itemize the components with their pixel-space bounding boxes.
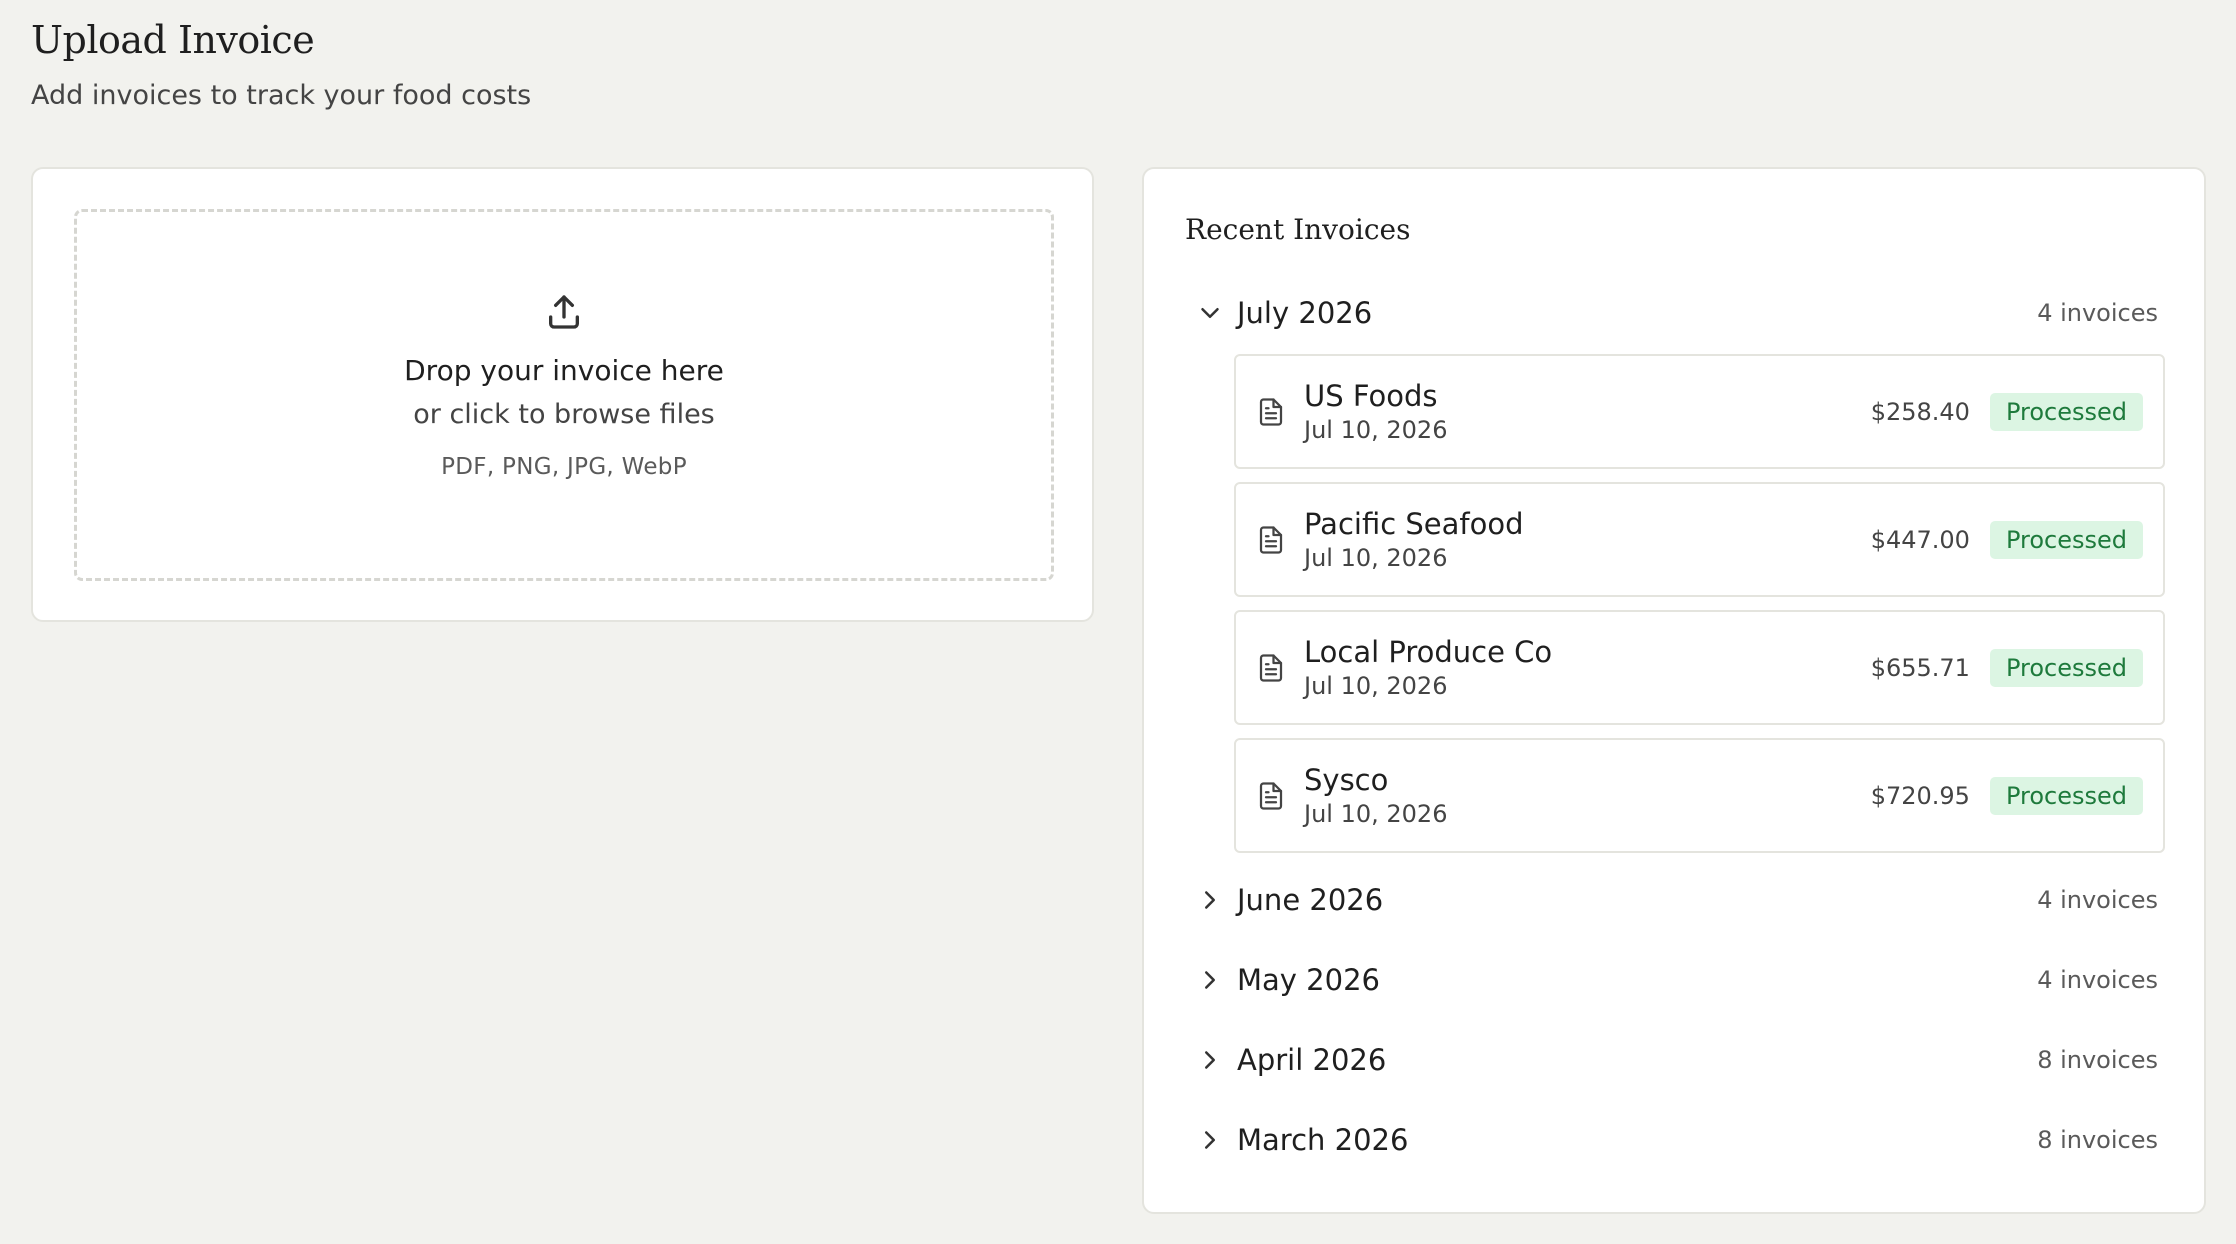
invoice-vendor: Local Produce Co xyxy=(1304,634,1553,669)
status-badge: Processed xyxy=(1989,520,2143,559)
invoice-amount: $720.95 xyxy=(1870,781,1970,810)
invoice-date: Jul 10, 2026 xyxy=(1304,799,1448,828)
month-label: May 2026 xyxy=(1237,963,1380,997)
month-label: March 2026 xyxy=(1237,1123,1409,1157)
month-invoice-count: 4 invoices xyxy=(2037,886,2158,914)
invoice-dropzone[interactable]: Drop your invoice here or click to brows… xyxy=(74,209,1054,581)
invoice-date: Jul 10, 2026 xyxy=(1304,543,1448,572)
month-invoice-count: 8 invoices xyxy=(2037,1126,2158,1154)
page-title: Upload Invoice xyxy=(31,18,315,62)
upload-icon xyxy=(549,295,579,329)
status-badge: Processed xyxy=(1989,776,2143,815)
document-icon xyxy=(1259,397,1283,426)
chevron-right-icon xyxy=(1205,1051,1215,1069)
month-group-july-2026[interactable]: July 2026 4 invoices xyxy=(1185,291,2165,335)
invoice-amount: $258.40 xyxy=(1870,397,1970,426)
month-label: June 2026 xyxy=(1237,883,1384,917)
invoice-row[interactable]: Local Produce Co Jul 10, 2026 $655.71 Pr… xyxy=(1234,610,2165,725)
chevron-right-icon xyxy=(1205,891,1215,909)
invoice-vendor: Sysco xyxy=(1304,762,1389,797)
chevron-right-icon xyxy=(1205,1131,1215,1149)
month-group-march-2026[interactable]: March 2026 8 invoices xyxy=(1185,1118,2165,1162)
month-invoice-count: 4 invoices xyxy=(2037,966,2158,994)
status-badge: Processed xyxy=(1989,392,2143,431)
chevron-down-icon xyxy=(1201,308,1219,318)
dropzone-browse-text: or click to browse files xyxy=(413,399,715,430)
month-label: July 2026 xyxy=(1237,296,1373,330)
recent-invoices-title: Recent Invoices xyxy=(1185,213,1411,246)
document-icon xyxy=(1259,781,1283,810)
invoice-row[interactable]: US Foods Jul 10, 2026 $258.40 Processed xyxy=(1234,354,2165,469)
month-invoice-count: 4 invoices xyxy=(2037,299,2158,327)
invoice-vendor: US Foods xyxy=(1304,378,1438,413)
month-label: April 2026 xyxy=(1237,1043,1387,1077)
document-icon xyxy=(1259,653,1283,682)
month-group-may-2026[interactable]: May 2026 4 invoices xyxy=(1185,958,2165,1002)
invoice-amount: $655.71 xyxy=(1870,653,1970,682)
invoice-row[interactable]: Pacific Seafood Jul 10, 2026 $447.00 Pro… xyxy=(1234,482,2165,597)
invoice-amount: $447.00 xyxy=(1870,525,1970,554)
chevron-right-icon xyxy=(1205,971,1215,989)
invoice-date: Jul 10, 2026 xyxy=(1304,671,1448,700)
invoice-vendor: Pacific Seafood xyxy=(1304,506,1524,541)
month-group-june-2026[interactable]: June 2026 4 invoices xyxy=(1185,878,2165,922)
dropzone-title: Drop your invoice here xyxy=(404,354,724,387)
recent-invoices-card: Recent Invoices July 2026 4 invoices US … xyxy=(1142,167,2206,1214)
status-badge: Processed xyxy=(1989,648,2143,687)
upload-card: Drop your invoice here or click to brows… xyxy=(31,167,1094,622)
invoice-row[interactable]: Sysco Jul 10, 2026 $720.95 Processed xyxy=(1234,738,2165,853)
month-group-april-2026[interactable]: April 2026 8 invoices xyxy=(1185,1038,2165,1082)
document-icon xyxy=(1259,525,1283,554)
invoice-date: Jul 10, 2026 xyxy=(1304,415,1448,444)
page-subtitle: Add invoices to track your food costs xyxy=(31,80,532,111)
dropzone-formats: PDF, PNG, JPG, WebP xyxy=(441,454,687,480)
month-invoice-count: 8 invoices xyxy=(2037,1046,2158,1074)
